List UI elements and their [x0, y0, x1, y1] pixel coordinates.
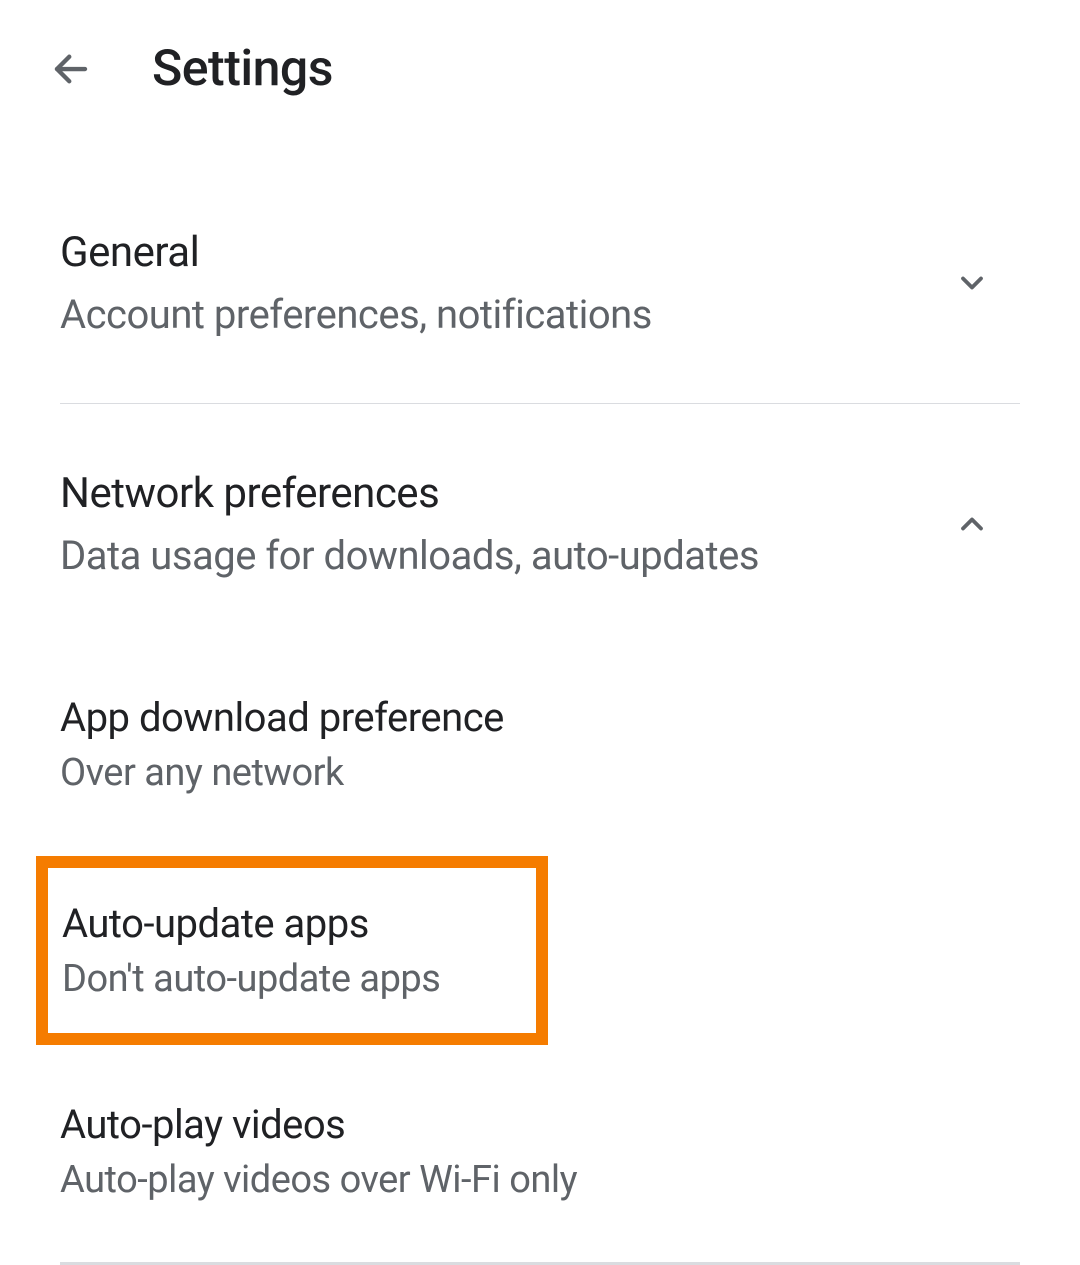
item-auto-play-title: Auto-play videos	[60, 1101, 1020, 1148]
section-network-title: Network preferences	[60, 469, 759, 518]
settings-list: General Account preferences, notificatio…	[0, 208, 1080, 1265]
section-general-title: General	[60, 228, 652, 277]
section-general[interactable]: General Account preferences, notificatio…	[0, 208, 1080, 373]
section-network-subtitle: Data usage for downloads, auto-updates	[60, 532, 759, 579]
item-auto-update-title: Auto-update apps	[62, 900, 512, 947]
header: Settings	[0, 0, 1080, 138]
page-title: Settings	[152, 40, 333, 98]
section-network[interactable]: Network preferences Data usage for downl…	[0, 434, 1080, 614]
item-auto-play-subtitle: Auto-play videos over Wi-Fi only	[60, 1158, 1020, 1202]
section-general-content: General Account preferences, notificatio…	[60, 228, 652, 338]
item-app-download-subtitle: Over any network	[60, 751, 1020, 795]
back-arrow-icon[interactable]	[50, 48, 92, 90]
chevron-up-icon	[954, 506, 990, 542]
item-auto-play-videos[interactable]: Auto-play videos Auto-play videos over W…	[0, 1071, 1080, 1237]
item-auto-update-subtitle: Don't auto-update apps	[62, 957, 512, 1001]
item-auto-update-apps[interactable]: Auto-update apps Don't auto-update apps	[36, 856, 548, 1045]
divider	[60, 403, 1020, 404]
section-network-content: Network preferences Data usage for downl…	[60, 469, 759, 579]
chevron-down-icon	[954, 265, 990, 301]
item-app-download-title: App download preference	[60, 694, 1020, 741]
item-app-download-preference[interactable]: App download preference Over any network	[0, 664, 1080, 830]
section-general-subtitle: Account preferences, notifications	[60, 291, 652, 338]
